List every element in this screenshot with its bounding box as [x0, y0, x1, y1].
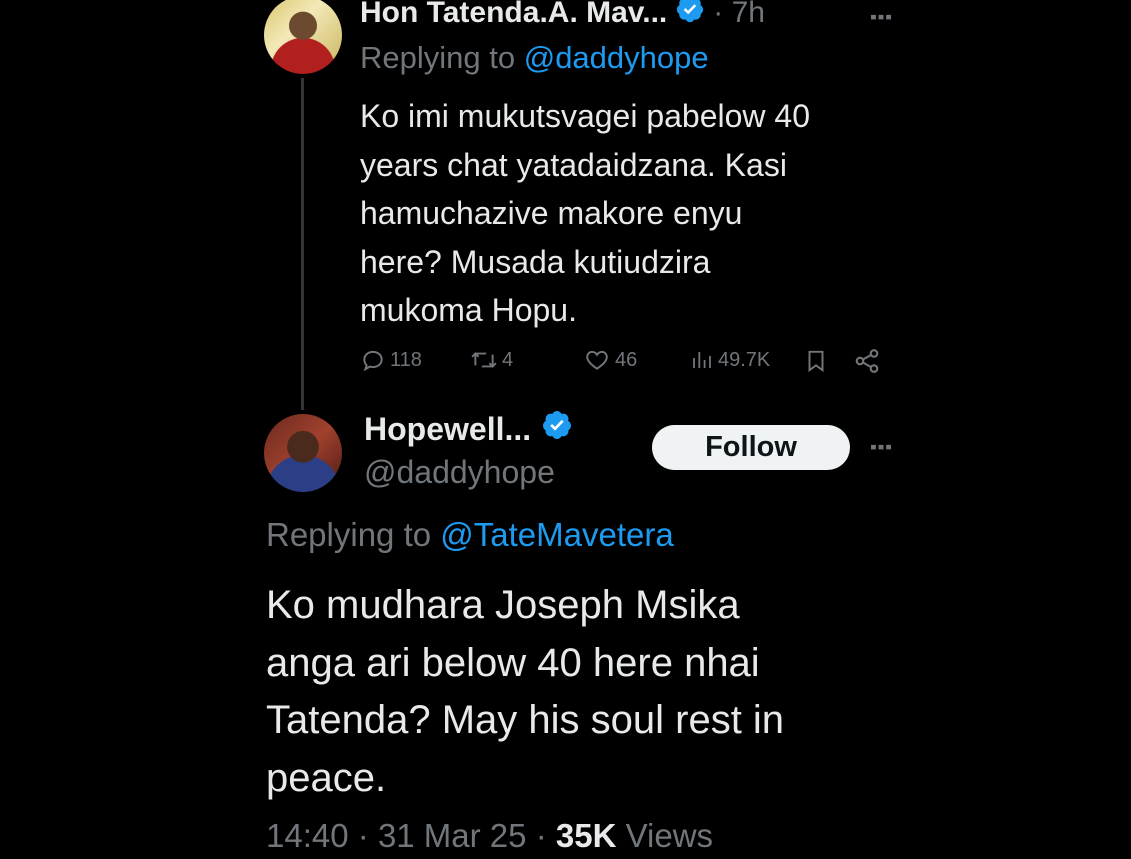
avatar-hopewell[interactable] [264, 414, 342, 492]
views-button[interactable]: 49.7K [690, 347, 770, 373]
tweet1-text-line: years chat yatadaidzana. Kasi [360, 146, 787, 183]
repost-icon [471, 352, 497, 368]
replying-prefix: Replying to [360, 40, 516, 75]
thread-connector-line [301, 78, 304, 410]
verified-badge-icon [541, 409, 573, 449]
tweet2-author-name[interactable]: Hopewell... [364, 411, 531, 448]
share-button[interactable] [853, 347, 881, 380]
tweet1-more-icon[interactable]: ⋮ [866, 4, 896, 30]
tweet1-replying-to: Replying to @daddyhope [360, 40, 709, 76]
tweet2-text-line: peace. [266, 755, 387, 800]
tweet2-more-icon[interactable]: ⋮ [866, 434, 896, 460]
tweet2-text-line: Ko mudhara Joseph Msika [266, 583, 740, 627]
bookmark-icon [808, 350, 824, 373]
like-button[interactable]: 46 [583, 347, 637, 373]
like-count: 46 [615, 348, 638, 371]
avatar-tatenda[interactable] [264, 0, 342, 74]
meta-separator: · [357, 817, 369, 854]
replying-handle-link[interactable]: @daddyhope [524, 40, 709, 75]
views-count: 49.7K [718, 348, 771, 371]
meta-separator: · [535, 817, 547, 854]
tweet1-text-line: hamuchazive makore enyu [360, 195, 743, 231]
tweet1-author-name[interactable]: Hon Tatenda.A. Mav... [360, 0, 667, 30]
follow-button[interactable]: Follow [652, 425, 850, 470]
tweet1-header: Hon Tatenda.A. Mav... · 7h [360, 0, 765, 32]
tweet2-views-label: Views [625, 817, 714, 854]
bookmark-button[interactable] [803, 347, 829, 380]
tweet1-text-line: here? Musada kutiudzira [360, 243, 711, 280]
tweet1-text-line: mukoma Hopu. [360, 292, 577, 328]
tweet1-time[interactable]: · 7h [713, 0, 765, 30]
reply-button[interactable]: 118 [360, 347, 422, 373]
share-icon [855, 349, 879, 373]
views-icon [693, 352, 711, 368]
tweet2-header: Hopewell... [364, 409, 573, 449]
replying-prefix: Replying to [266, 516, 432, 553]
repost-count: 4 [502, 348, 514, 371]
tweet2-text: Ko mudhara Joseph Msika anga ari below 4… [266, 577, 784, 807]
tweet2-text-line: Tatenda? May his soul rest in [266, 698, 785, 742]
tweet2-handle[interactable]: @daddyhope [364, 454, 555, 491]
reply-icon [363, 350, 383, 372]
tweet2-views-count: 35K [555, 817, 617, 854]
replying-handle-link[interactable]: @TateMavetera [440, 516, 673, 553]
repost-button[interactable]: 4 [470, 347, 513, 373]
tweet1-text: Ko imi mukutsvagei pabelow 40 years chat… [360, 92, 810, 335]
tweet2-replying-to: Replying to @TateMavetera [266, 516, 674, 554]
tweet2-meta: 14:40 · 31 Mar 25 · 35K Views [266, 817, 713, 855]
tweet2-date[interactable]: 31 Mar 25 [378, 817, 527, 854]
tweet1-text-line: Ko imi mukutsvagei pabelow 40 [360, 98, 811, 134]
tweet2-time[interactable]: 14:40 [266, 817, 349, 854]
like-icon [586, 350, 608, 370]
verified-badge-icon [675, 0, 705, 32]
reply-count: 118 [390, 348, 422, 371]
tweet2-text-line: anga ari below 40 here nhai [266, 640, 760, 685]
